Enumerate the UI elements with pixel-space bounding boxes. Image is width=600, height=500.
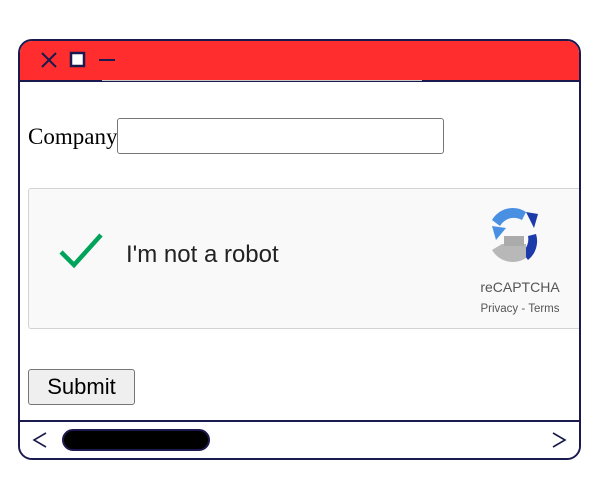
page-content: Company I'm not a robot reCAPTCHA Privac…	[20, 82, 579, 420]
recaptcha-logo-icon	[492, 208, 538, 262]
terms-link[interactable]: Terms	[528, 303, 559, 315]
recaptcha-links: Privacy - Terms	[455, 303, 579, 315]
scrollbar-thumb[interactable]	[62, 429, 210, 451]
horizontal-scrollbar[interactable]	[20, 420, 579, 458]
privacy-link[interactable]: Privacy	[480, 303, 518, 315]
scroll-right-arrow-icon[interactable]	[551, 429, 567, 451]
scroll-left-arrow-icon[interactable]	[32, 429, 48, 451]
maximize-icon[interactable]	[68, 50, 88, 70]
recaptcha-checkbox-checkmark-icon[interactable]	[57, 231, 105, 271]
link-separator: -	[518, 303, 529, 315]
title-bar	[20, 41, 579, 82]
browser-window: Company I'm not a robot reCAPTCHA Privac…	[18, 39, 581, 460]
close-icon[interactable]	[39, 50, 59, 70]
company-row: Company	[28, 116, 445, 156]
minimize-icon[interactable]	[97, 50, 117, 70]
company-label: Company	[28, 123, 118, 149]
submit-button[interactable]: Submit	[28, 369, 135, 405]
divider	[102, 80, 422, 81]
recaptcha-widget: I'm not a robot reCAPTCHA Privacy - Term…	[28, 188, 579, 329]
company-input[interactable]	[117, 118, 445, 154]
recaptcha-brand-label: reCAPTCHA	[480, 279, 560, 295]
recaptcha-checkbox-label: I'm not a robot	[126, 241, 279, 268]
